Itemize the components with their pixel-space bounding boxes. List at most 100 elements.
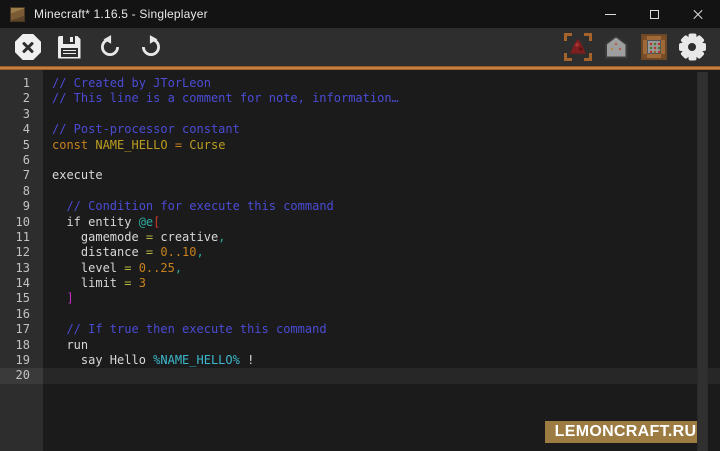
- code-token: gamemode: [52, 230, 146, 244]
- editor-row: 13 level = 0..25,: [0, 261, 720, 276]
- code-token: run: [52, 338, 88, 352]
- scrollbar-thumb[interactable]: [698, 72, 707, 451]
- editor-row: 9 // Condition for execute this command: [0, 199, 720, 214]
- redo-icon: [138, 34, 164, 60]
- code-line[interactable]: level = 0..25,: [43, 261, 720, 276]
- code-line[interactable]: [43, 307, 720, 322]
- maximize-icon: [650, 10, 659, 19]
- line-number: 6: [0, 153, 43, 168]
- code-token: @e: [139, 215, 153, 229]
- code-token: ,: [197, 245, 204, 259]
- code-line[interactable]: [43, 184, 720, 199]
- line-number: 9: [0, 199, 43, 214]
- code-token: ]: [66, 291, 73, 305]
- code-line[interactable]: ]: [43, 291, 720, 306]
- editor-row: 10 if entity @e[: [0, 215, 720, 230]
- code-line[interactable]: gamemode = creative,: [43, 230, 720, 245]
- structure-home-button[interactable]: [600, 31, 632, 63]
- code-line[interactable]: // If true then execute this command: [43, 322, 720, 337]
- watermark-badge: LEMONCRAFT.RU: [545, 421, 706, 443]
- floppy-save-icon: [58, 36, 81, 59]
- close-file-button[interactable]: [12, 31, 44, 63]
- code-token: const: [52, 138, 95, 152]
- code-token: =: [175, 138, 189, 152]
- maximize-button[interactable]: [632, 0, 676, 28]
- vertical-scrollbar[interactable]: [697, 72, 708, 451]
- code-token: 0..10: [160, 245, 196, 259]
- toolbar: [0, 28, 720, 66]
- code-line[interactable]: // Condition for execute this command: [43, 199, 720, 214]
- code-line[interactable]: const NAME_HELLO = Curse: [43, 138, 720, 153]
- save-button[interactable]: [53, 31, 85, 63]
- redstone-select-button[interactable]: [562, 31, 594, 63]
- code-line[interactable]: if entity @e[: [43, 215, 720, 230]
- code-line[interactable]: limit = 3: [43, 276, 720, 291]
- redstone-selection-icon: [564, 33, 592, 61]
- code-token: 3: [139, 276, 146, 290]
- code-token: [52, 199, 66, 213]
- minimize-icon: [605, 14, 616, 15]
- code-line[interactable]: distance = 0..10,: [43, 245, 720, 260]
- redo-button[interactable]: [135, 31, 167, 63]
- minimize-button[interactable]: [588, 0, 632, 28]
- code-token: distance: [52, 245, 146, 259]
- line-number: 20: [0, 368, 43, 383]
- code-token: NAME_HELLO: [95, 138, 167, 152]
- editor-row: 14 limit = 3: [0, 276, 720, 291]
- undo-button[interactable]: [94, 31, 126, 63]
- code-token: execute: [52, 168, 103, 182]
- editor-row: 19 say Hello %NAME_HELLO% !: [0, 353, 720, 368]
- line-number: 8: [0, 184, 43, 199]
- code-token: =: [146, 230, 160, 244]
- code-token: level: [52, 261, 124, 275]
- code-token: =: [124, 276, 138, 290]
- line-number: 11: [0, 230, 43, 245]
- code-token: // If true then execute this command: [66, 322, 326, 336]
- code-line[interactable]: // Created by JTorLeon: [43, 76, 720, 91]
- editor-row: 16: [0, 307, 720, 322]
- editor-row: 4// Post-processor constant: [0, 122, 720, 137]
- editor-row: 12 distance = 0..10,: [0, 245, 720, 260]
- toolbar-right-group: [562, 31, 708, 63]
- code-line[interactable]: // This line is a comment for note, info…: [43, 91, 720, 106]
- line-number: 5: [0, 138, 43, 153]
- code-token: !: [240, 353, 254, 367]
- line-number: 16: [0, 307, 43, 322]
- gear-icon: [679, 34, 706, 61]
- code-token: 0..25: [139, 261, 175, 275]
- code-token: if entity: [52, 215, 139, 229]
- close-button[interactable]: [676, 0, 720, 28]
- line-number: 15: [0, 291, 43, 306]
- code-token: // Created by JTorLeon: [52, 76, 211, 90]
- code-editor[interactable]: 1// Created by JTorLeon2// This line is …: [0, 70, 720, 451]
- editor-row: 5const NAME_HELLO = Curse: [0, 138, 720, 153]
- line-number: 3: [0, 107, 43, 122]
- editor-row: 11 gamemode = creative,: [0, 230, 720, 245]
- code-token: %NAME_HELLO%: [153, 353, 240, 367]
- settings-button[interactable]: [676, 31, 708, 63]
- line-number: 13: [0, 261, 43, 276]
- editor-row: 20: [0, 368, 720, 383]
- editor-row: 2 // This line is a comment for note, inf…: [0, 91, 720, 106]
- line-number: 2: [0, 91, 43, 106]
- close-icon: [692, 8, 704, 20]
- code-token: // This line is a comment for note, info…: [52, 91, 399, 105]
- code-line[interactable]: [43, 368, 720, 383]
- editor-row: 17 // If true then execute this command: [0, 322, 720, 337]
- code-line[interactable]: [43, 107, 720, 122]
- code-line[interactable]: say Hello %NAME_HELLO% !: [43, 353, 720, 368]
- code-line[interactable]: run: [43, 338, 720, 353]
- octagon-x-icon: [15, 34, 41, 60]
- line-number: 17: [0, 322, 43, 337]
- code-line[interactable]: [43, 153, 720, 168]
- line-number: 19: [0, 353, 43, 368]
- code-line[interactable]: // Post-processor constant: [43, 122, 720, 137]
- line-number: 14: [0, 276, 43, 291]
- code-token: limit: [52, 276, 124, 290]
- editor-row: 6: [0, 153, 720, 168]
- code-line[interactable]: execute: [43, 168, 720, 183]
- module-frame-button[interactable]: [638, 31, 670, 63]
- code-token: creative: [160, 230, 218, 244]
- window-title: Minecraft* 1.16.5 - Singleplayer: [34, 7, 208, 21]
- line-number: 18: [0, 338, 43, 353]
